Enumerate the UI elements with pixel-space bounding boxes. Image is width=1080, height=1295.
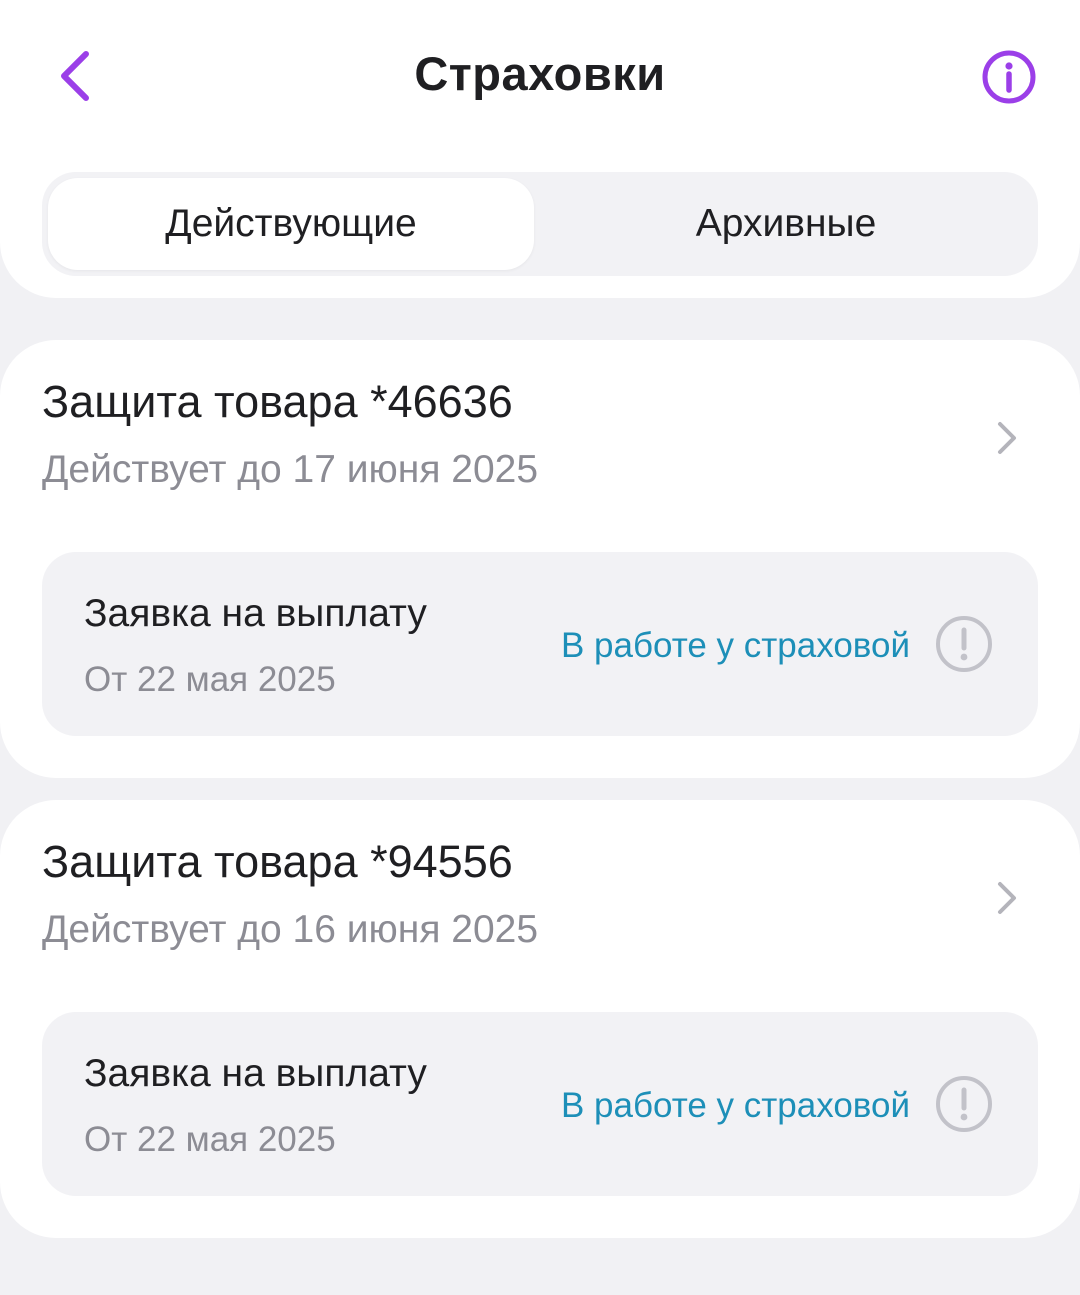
policy-valid-until: Действует до 17 июня 2025	[42, 448, 539, 491]
tab-archived-policies[interactable]: Архивные	[538, 178, 1034, 270]
claim-date: От 22 мая 2025	[84, 660, 336, 699]
claim-status: В работе у страховой	[560, 626, 910, 665]
policy-card-header[interactable]: Защита товара *46636 Действует до 17 июн…	[0, 340, 1080, 530]
claim-item[interactable]: Заявка на выплату От 22 мая 2025 В работ…	[42, 552, 1038, 736]
policy-title: Защита товара *46636	[42, 376, 513, 427]
header: Страховки Действующие Архивные	[0, 0, 1080, 298]
tabs-segmented-control: Действующие Архивные	[42, 172, 1038, 276]
chevron-right-icon	[998, 882, 1016, 914]
alert-circle-icon[interactable]	[934, 614, 994, 674]
chevron-right-icon	[998, 422, 1016, 454]
info-icon	[982, 50, 1036, 104]
claim-status: В работе у страховой	[560, 1086, 910, 1125]
claim-title: Заявка на выплату	[84, 1052, 427, 1095]
policy-title: Защита товара *94556	[42, 836, 513, 887]
claim-date: От 22 мая 2025	[84, 1120, 336, 1159]
claim-title: Заявка на выплату	[84, 592, 427, 635]
info-button[interactable]	[980, 48, 1038, 106]
page-title: Страховки	[414, 47, 666, 100]
claim-item[interactable]: Заявка на выплату От 22 мая 2025 В работ…	[42, 1012, 1038, 1196]
policy-valid-until: Действует до 16 июня 2025	[42, 908, 539, 951]
policy-card: Защита товара *46636 Действует до 17 июн…	[0, 340, 1080, 778]
policy-card-header[interactable]: Защита товара *94556 Действует до 16 июн…	[0, 800, 1080, 990]
alert-circle-icon[interactable]	[934, 1074, 994, 1134]
policy-card: Защита товара *94556 Действует до 16 июн…	[0, 800, 1080, 1238]
tab-active-policies[interactable]: Действующие	[48, 178, 534, 270]
